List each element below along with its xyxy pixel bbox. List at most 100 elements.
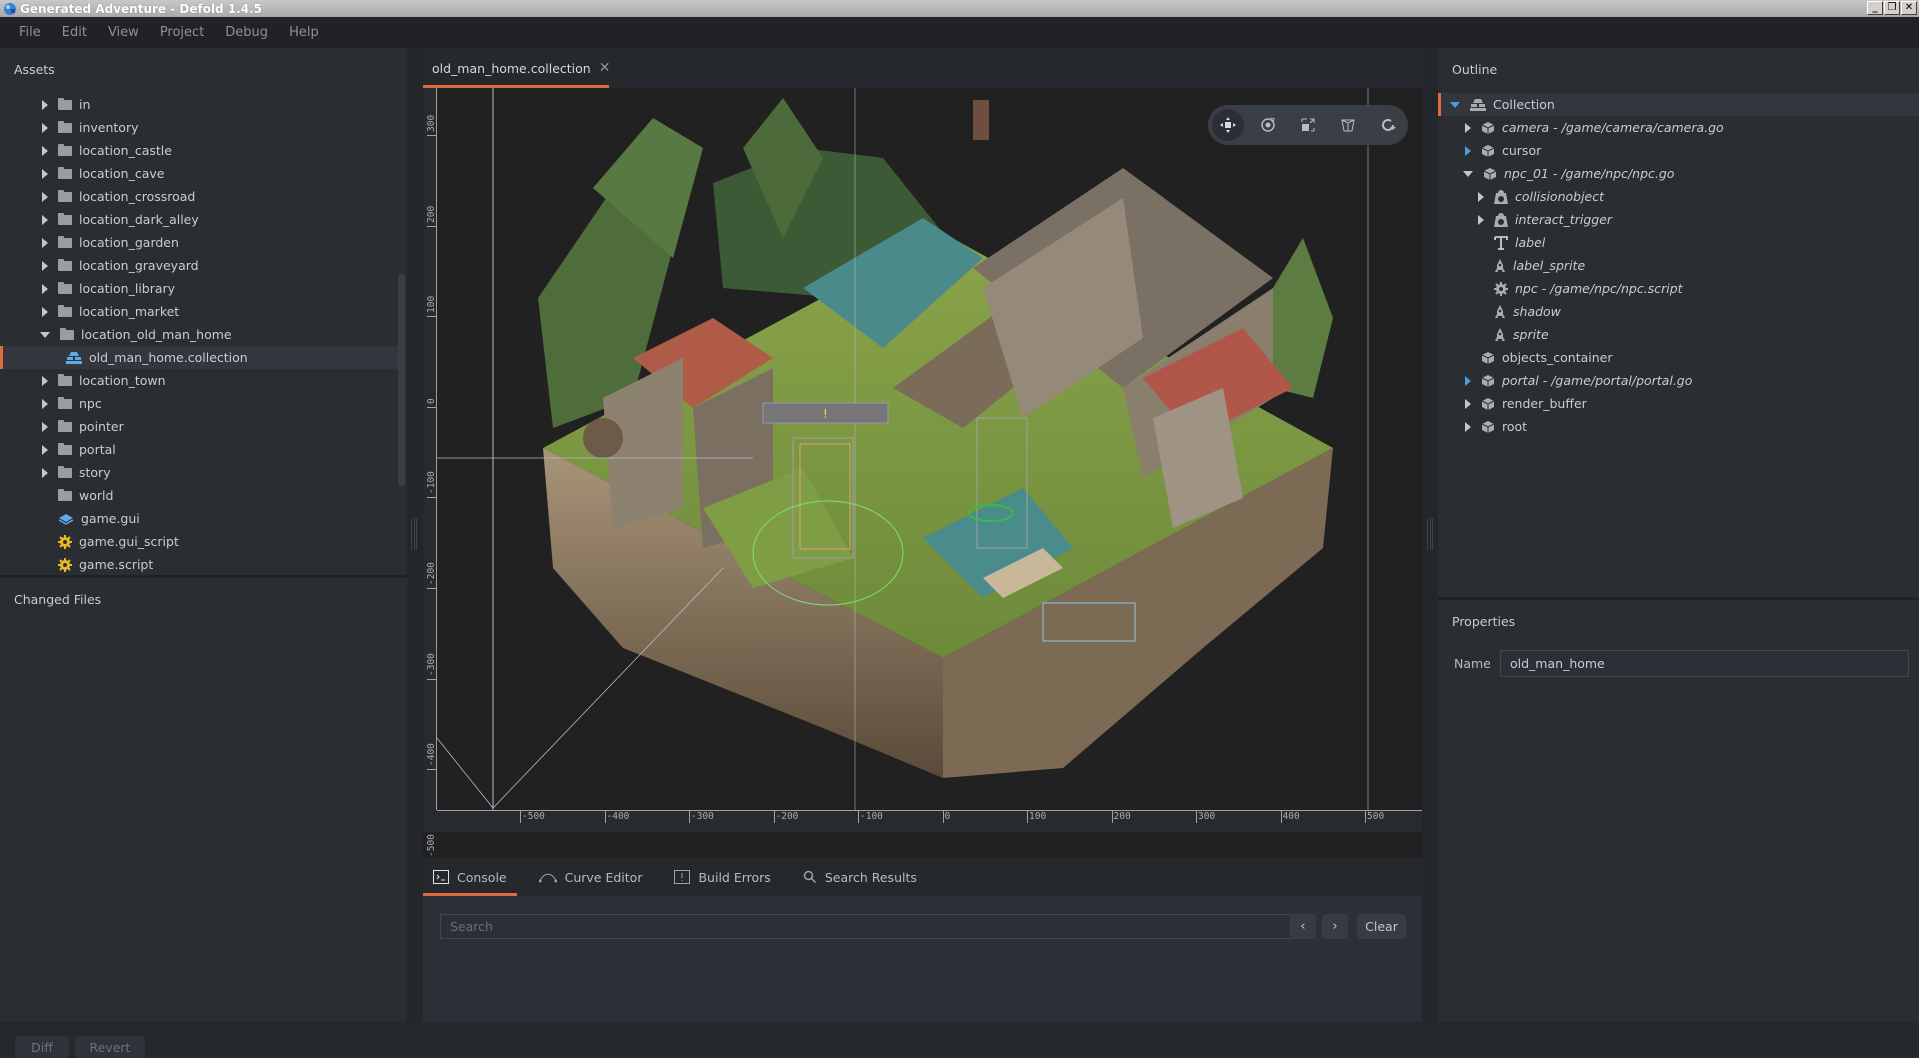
left-splitter-grip[interactable] — [411, 518, 417, 550]
asset-item-in[interactable]: in — [0, 93, 398, 116]
outline-label: Collection — [1493, 97, 1555, 112]
expand-arrow-icon[interactable] — [1465, 122, 1471, 133]
expand-arrow-icon[interactable] — [1478, 214, 1484, 225]
asset-item-location-town[interactable]: location_town — [0, 369, 398, 392]
outline-item-label-sprite[interactable]: label_sprite — [1438, 254, 1919, 277]
outline-item-render-buffer[interactable]: render_buffer — [1438, 392, 1919, 415]
expand-arrow-icon[interactable] — [42, 214, 48, 225]
asset-item-npc[interactable]: npc — [0, 392, 398, 415]
game-object-icon — [1481, 144, 1495, 158]
outline-item-label[interactable]: label — [1438, 231, 1919, 254]
next-match-button[interactable]: › — [1322, 914, 1348, 939]
outline-item-npc[interactable]: npc - /game/npc/npc.script — [1438, 277, 1919, 300]
console-search-input[interactable]: Search — [440, 914, 1297, 939]
expand-arrow-icon[interactable] — [42, 283, 48, 294]
collapse-arrow-icon[interactable] — [1450, 101, 1460, 108]
menu-debug[interactable]: Debug — [225, 25, 268, 40]
asset-item-portal[interactable]: portal — [0, 438, 398, 461]
expand-arrow-icon[interactable] — [42, 398, 48, 409]
tab-search-results[interactable]: Search Results — [793, 858, 927, 896]
console-icon — [433, 870, 449, 884]
left-splitter[interactable] — [407, 48, 423, 1022]
asset-item-location-old-man-home[interactable]: location_old_man_home — [0, 323, 398, 346]
restore-button[interactable]: ❐ — [1884, 1, 1900, 15]
expand-arrow-icon[interactable] — [42, 375, 48, 386]
move-tool-button[interactable] — [1212, 109, 1244, 141]
asset-item-location-crossroad[interactable]: location_crossroad — [0, 185, 398, 208]
expand-arrow-icon[interactable] — [42, 467, 48, 478]
asset-item-inventory[interactable]: inventory — [0, 116, 398, 139]
outline-item-collisionobject[interactable]: collisionobject — [1438, 185, 1919, 208]
asset-item-pointer[interactable]: pointer — [0, 415, 398, 438]
expand-arrow-icon[interactable] — [42, 421, 48, 432]
collapse-arrow-icon[interactable] — [40, 331, 50, 338]
expand-arrow-icon[interactable] — [1465, 375, 1471, 386]
asset-item-location-cave[interactable]: location_cave — [0, 162, 398, 185]
previous-match-button[interactable]: ‹ — [1290, 914, 1316, 939]
menu-file[interactable]: File — [19, 25, 41, 40]
clear-console-button[interactable]: Clear — [1357, 914, 1406, 939]
asset-item-location-library[interactable]: location_library — [0, 277, 398, 300]
asset-item-location-market[interactable]: location_market — [0, 300, 398, 323]
expand-arrow-icon[interactable] — [1478, 191, 1484, 202]
outline-item-interact-trigger[interactable]: interact_trigger — [1438, 208, 1919, 231]
expand-arrow-icon[interactable] — [1465, 421, 1471, 432]
assets-scrollbar[interactable] — [398, 274, 405, 486]
tab-build-errors[interactable]: Build Errors — [664, 858, 780, 896]
asset-item-story[interactable]: story — [0, 461, 398, 484]
asset-item-location-castle[interactable]: location_castle — [0, 139, 398, 162]
reset-camera-tool-button[interactable] — [1368, 109, 1408, 141]
asset-item-location-graveyard[interactable]: location_graveyard — [0, 254, 398, 277]
asset-item-game-script[interactable]: game.script — [0, 553, 398, 576]
expand-arrow-icon[interactable] — [1465, 145, 1471, 156]
assets-divider[interactable] — [0, 575, 407, 578]
asset-item-old-man-home-collection[interactable]: old_man_home.collection — [0, 346, 398, 369]
tab-curve-editor[interactable]: Curve Editor — [529, 858, 653, 896]
menu-view[interactable]: View — [108, 25, 139, 40]
outline-item-camera[interactable]: camera - /game/camera/camera.go — [1438, 116, 1919, 139]
expand-arrow-icon[interactable] — [42, 99, 48, 110]
asset-item-location-dark-alley[interactable]: location_dark_alley — [0, 208, 398, 231]
menu-help[interactable]: Help — [289, 25, 319, 40]
expand-arrow-icon[interactable] — [42, 145, 48, 156]
properties-divider[interactable] — [1438, 597, 1919, 600]
right-splitter-grip[interactable] — [1427, 518, 1433, 550]
outline-item-cursor[interactable]: cursor — [1438, 139, 1919, 162]
outline-item-collection[interactable]: Collection — [1438, 93, 1919, 116]
tab-console[interactable]: Console — [423, 858, 517, 896]
right-splitter[interactable] — [1422, 48, 1438, 1022]
asset-item-world[interactable]: world — [0, 484, 398, 507]
minimize-button[interactable]: _ — [1867, 1, 1883, 15]
menu-edit[interactable]: Edit — [62, 25, 87, 40]
rotate-tool-button[interactable] — [1248, 109, 1288, 141]
collapse-arrow-icon[interactable] — [1463, 170, 1473, 177]
outline-item-npc-01[interactable]: npc_01 - /game/npc/npc.go — [1438, 162, 1919, 185]
expand-arrow-icon[interactable] — [42, 168, 48, 179]
expand-arrow-icon[interactable] — [42, 237, 48, 248]
expand-arrow-icon[interactable] — [1465, 398, 1471, 409]
revert-button[interactable]: Revert — [75, 1036, 145, 1058]
outline-item-portal[interactable]: portal - /game/portal/portal.go — [1438, 369, 1919, 392]
outline-item-sprite[interactable]: sprite — [1438, 323, 1919, 346]
expand-arrow-icon[interactable] — [42, 444, 48, 455]
scene-viewport[interactable]: ! 300 200 100 0 -100 -200 -300 -400 -500 -500 -40… — [423, 88, 1422, 858]
expand-arrow-icon[interactable] — [42, 122, 48, 133]
perspective-tool-button[interactable] — [1328, 109, 1368, 141]
asset-item-game-gui-script[interactable]: game.gui_script — [0, 530, 398, 553]
asset-item-location-garden[interactable]: location_garden — [0, 231, 398, 254]
asset-item-game-gui[interactable]: game.gui — [0, 507, 398, 530]
outline-item-objects-container[interactable]: objects_container — [1438, 346, 1919, 369]
expand-arrow-icon[interactable] — [42, 306, 48, 317]
diff-button[interactable]: Diff — [15, 1036, 69, 1058]
scale-tool-button[interactable] — [1288, 109, 1328, 141]
expand-arrow-icon[interactable] — [42, 260, 48, 271]
tab-old-man-home-collection[interactable]: old_man_home.collection ✕ — [423, 48, 611, 88]
outline-item-root[interactable]: root — [1438, 415, 1919, 438]
outline-item-shadow[interactable]: shadow — [1438, 300, 1919, 323]
menu-project[interactable]: Project — [160, 25, 204, 40]
close-button[interactable]: ✕ — [1901, 1, 1917, 15]
folder-icon — [58, 488, 72, 501]
tab-close-icon[interactable]: ✕ — [599, 60, 611, 76]
expand-arrow-icon[interactable] — [42, 191, 48, 202]
name-field[interactable]: old_man_home — [1500, 650, 1909, 677]
